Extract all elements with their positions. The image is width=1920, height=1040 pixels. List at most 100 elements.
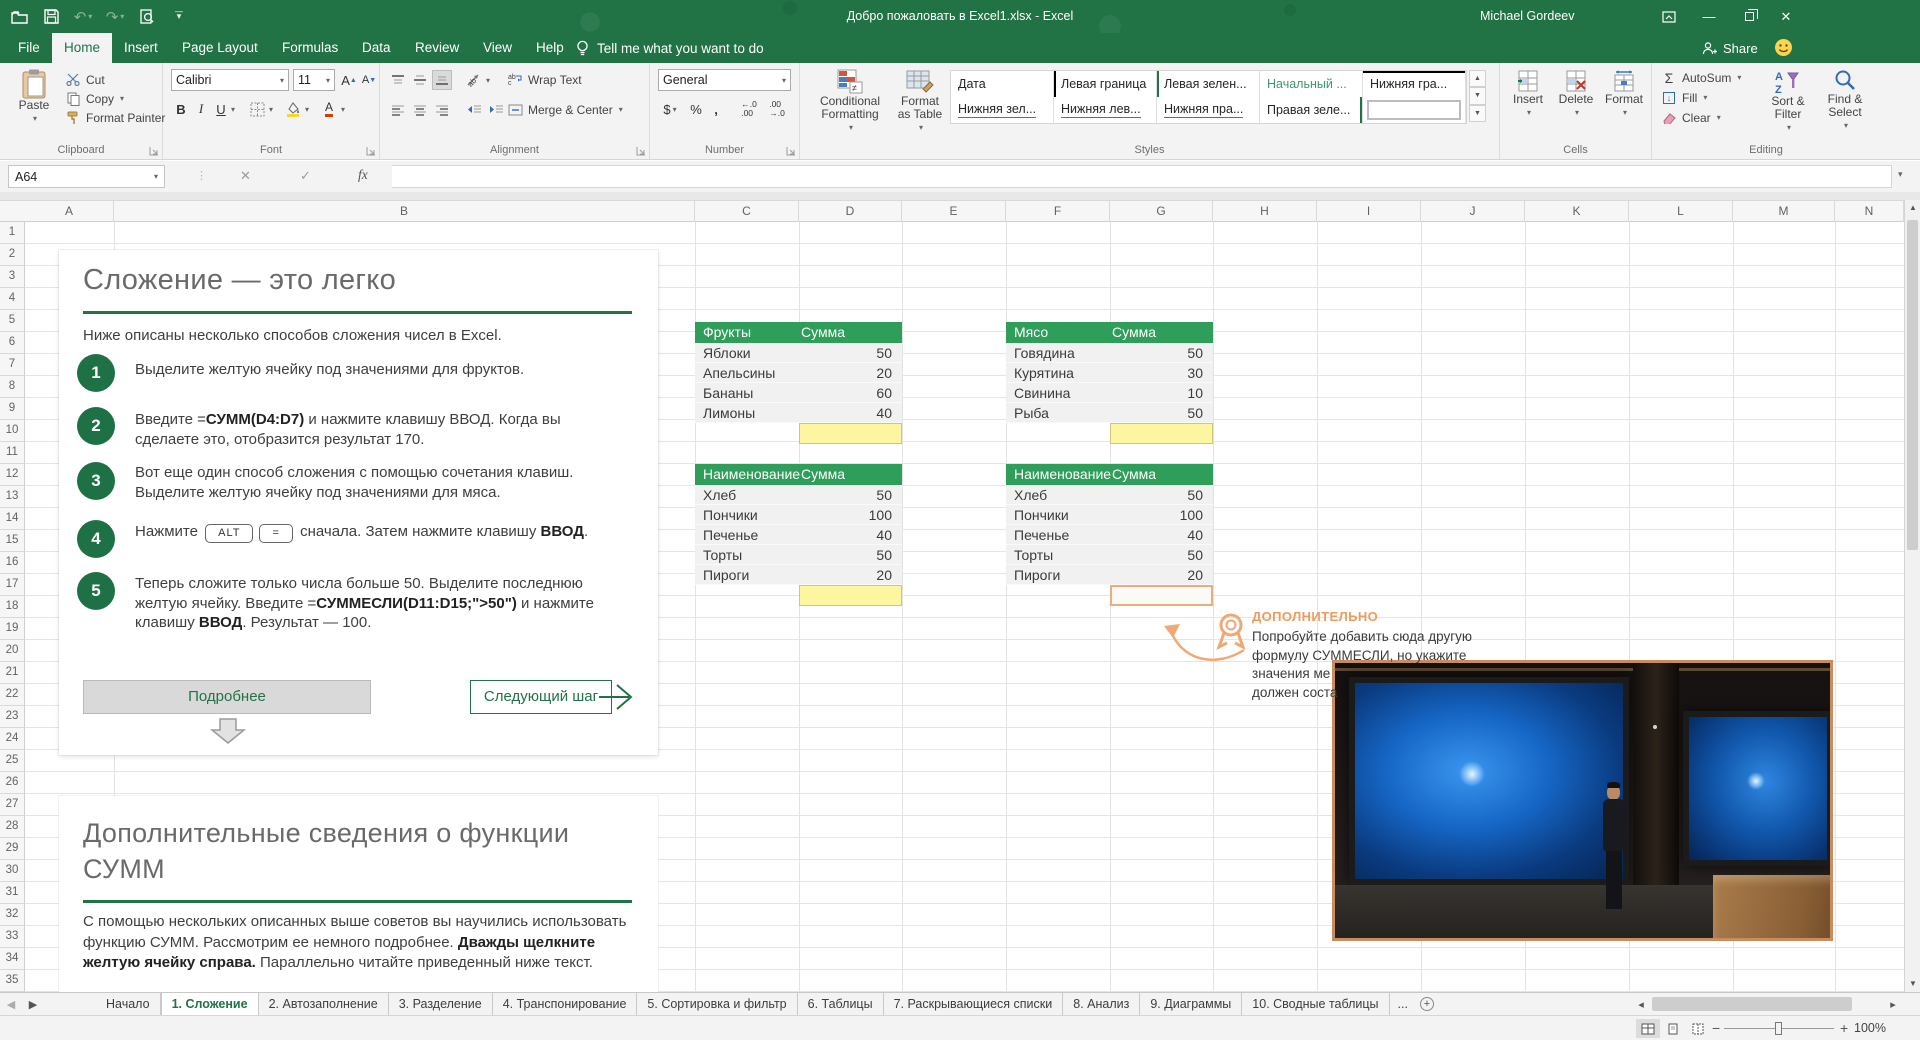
column-header-M[interactable]: M [1733,201,1835,222]
ribbon-tab-help[interactable]: Help [524,33,576,63]
align-right-icon[interactable] [432,100,452,120]
row-header-22[interactable]: 22 [0,684,25,706]
row-header-25[interactable]: 25 [0,750,25,772]
video-player[interactable] [1332,660,1833,941]
formula-input[interactable] [392,165,1892,188]
sheet-tab-7-раскрывающиеся-списки[interactable]: 7. Раскрывающиеся списки [884,993,1064,1015]
column-header-G[interactable]: G [1110,201,1213,222]
worksheet-area[interactable]: 1234567891011121314151617181920212223242… [0,222,1904,992]
ribbon-tab-home[interactable]: Home [52,33,112,63]
tab-scroll-right-icon[interactable]: ▶ [22,993,44,1015]
formula-bar-expand-icon[interactable]: ▾ [1898,169,1903,180]
cut-button[interactable]: Cut [64,71,105,88]
borders-dropdown-icon[interactable]: ▾ [265,99,277,119]
fill-color-dropdown-icon[interactable]: ▾ [301,99,313,119]
conditional-formatting-button[interactable]: ≠ Conditional Formatting▾ [808,69,892,134]
sheet-tab-5-сортировка-и-фильтр[interactable]: 5. Сортировка и фильтр [637,993,797,1015]
row-header-30[interactable]: 30 [0,860,25,882]
column-header-L[interactable]: L [1629,201,1733,222]
vertical-scrollbar[interactable]: ▲ ▼ [1904,200,1920,992]
column-header-H[interactable]: H [1213,201,1317,222]
align-top-icon[interactable] [388,70,408,90]
bold-button[interactable]: B [171,99,191,119]
result-cell-yellow[interactable] [1110,423,1213,444]
vscroll-up-icon[interactable]: ▲ [1905,200,1920,216]
currency-format-icon[interactable]: $▾ [658,99,682,119]
row-header-24[interactable]: 24 [0,728,25,750]
column-header-I[interactable]: I [1317,201,1421,222]
restore-button[interactable] [1732,0,1766,33]
row-header-18[interactable]: 18 [0,596,25,618]
format-cells-button[interactable]: Format▾ [1602,69,1646,119]
ribbon-tab-formulas[interactable]: Formulas [270,33,350,63]
row-header-10[interactable]: 10 [0,420,25,442]
row-header-8[interactable]: 8 [0,376,25,398]
font-color-button[interactable]: A [319,99,339,119]
font-color-dropdown-icon[interactable]: ▾ [337,99,349,119]
page-break-view-icon[interactable] [1686,1019,1710,1038]
page-layout-view-icon[interactable] [1661,1019,1685,1038]
row-header-31[interactable]: 31 [0,882,25,904]
font-dialog-launcher-icon[interactable] [366,146,376,156]
cell-style-chip[interactable]: Дата [951,71,1054,97]
row-header-20[interactable]: 20 [0,640,25,662]
sheet-tab-4-транспонирование[interactable]: 4. Транспонирование [493,993,638,1015]
horizontal-scrollbar[interactable]: ◂ ▸ [1630,993,1904,1015]
zoom-in-icon[interactable]: + [1840,1020,1848,1036]
row-header-13[interactable]: 13 [0,486,25,508]
comma-format-icon[interactable]: , [706,99,726,119]
copy-button[interactable]: Copy▾ [64,90,124,107]
row-header-4[interactable]: 4 [0,288,25,310]
qat-customize-icon[interactable]: ▾— [170,8,188,26]
row-header-5[interactable]: 5 [0,310,25,332]
next-step-button[interactable]: Следующий шаг [470,680,612,714]
row-header-15[interactable]: 15 [0,530,25,552]
row-header-11[interactable]: 11 [0,442,25,464]
row-header-14[interactable]: 14 [0,508,25,530]
find-select-button[interactable]: Find & Select▾ [1818,69,1872,132]
format-painter-button[interactable]: Format Painter [64,109,165,126]
print-preview-icon[interactable] [138,8,156,26]
vscroll-down-icon[interactable]: ▼ [1905,976,1920,992]
tab-overflow[interactable]: ... [1390,993,1416,1015]
sheet-tab-1-сложение[interactable]: 1. Сложение [161,993,259,1015]
row-header-35[interactable]: 35 [0,970,25,992]
hscroll-right-icon[interactable]: ▸ [1882,998,1904,1011]
minimize-button[interactable]: — [1692,0,1726,33]
cell-style-chip[interactable]: Начальный ... [1260,71,1363,97]
number-dialog-launcher-icon[interactable] [786,146,796,156]
sheet-tab-2-автозаполнение[interactable]: 2. Автозаполнение [259,993,389,1015]
row-header-29[interactable]: 29 [0,838,25,860]
cell-style-chip[interactable]: Нижняя гра... [1363,71,1466,97]
font-family-combo[interactable]: Calibri▾ [171,69,289,91]
column-header-F[interactable]: F [1006,201,1110,222]
column-header-D[interactable]: D [799,201,902,222]
column-header-E[interactable]: E [902,201,1006,222]
increase-indent-icon[interactable] [486,100,506,120]
row-header-9[interactable]: 9 [0,398,25,420]
increase-font-icon[interactable]: A▲ [339,70,359,90]
align-left-icon[interactable] [388,100,408,120]
italic-button[interactable]: I [191,99,211,119]
wrap-text-button[interactable]: abc Wrap Text [506,71,582,88]
sheet-tab-10-сводные-таблицы[interactable]: 10. Сводные таблицы [1242,993,1389,1015]
orientation-icon[interactable]: ab▾ [464,70,492,90]
close-button[interactable]: ✕ [1769,0,1803,33]
tab-scroll-left-icon[interactable]: ◀ [0,993,22,1015]
align-center-icon[interactable] [410,100,430,120]
row-header-3[interactable]: 3 [0,266,25,288]
signed-in-user[interactable]: Michael Gordeev [1480,0,1575,33]
insert-function-icon[interactable]: fx [358,167,368,183]
sort-filter-button[interactable]: AZ Sort & Filter▾ [1762,69,1814,134]
sheet-tab-6-таблицы[interactable]: 6. Таблицы [798,993,884,1015]
borders-button[interactable] [247,99,267,119]
alignment-dialog-launcher-icon[interactable] [636,146,646,156]
decrease-decimal-icon[interactable]: .00→.0 [764,99,790,119]
align-middle-icon[interactable] [410,70,430,90]
clear-button[interactable]: Clear▾ [1660,109,1721,126]
column-header-B[interactable]: B [114,201,695,222]
row-header-17[interactable]: 17 [0,574,25,596]
open-icon[interactable] [10,8,28,26]
insert-cells-button[interactable]: Insert▾ [1506,69,1550,119]
row-header-28[interactable]: 28 [0,816,25,838]
